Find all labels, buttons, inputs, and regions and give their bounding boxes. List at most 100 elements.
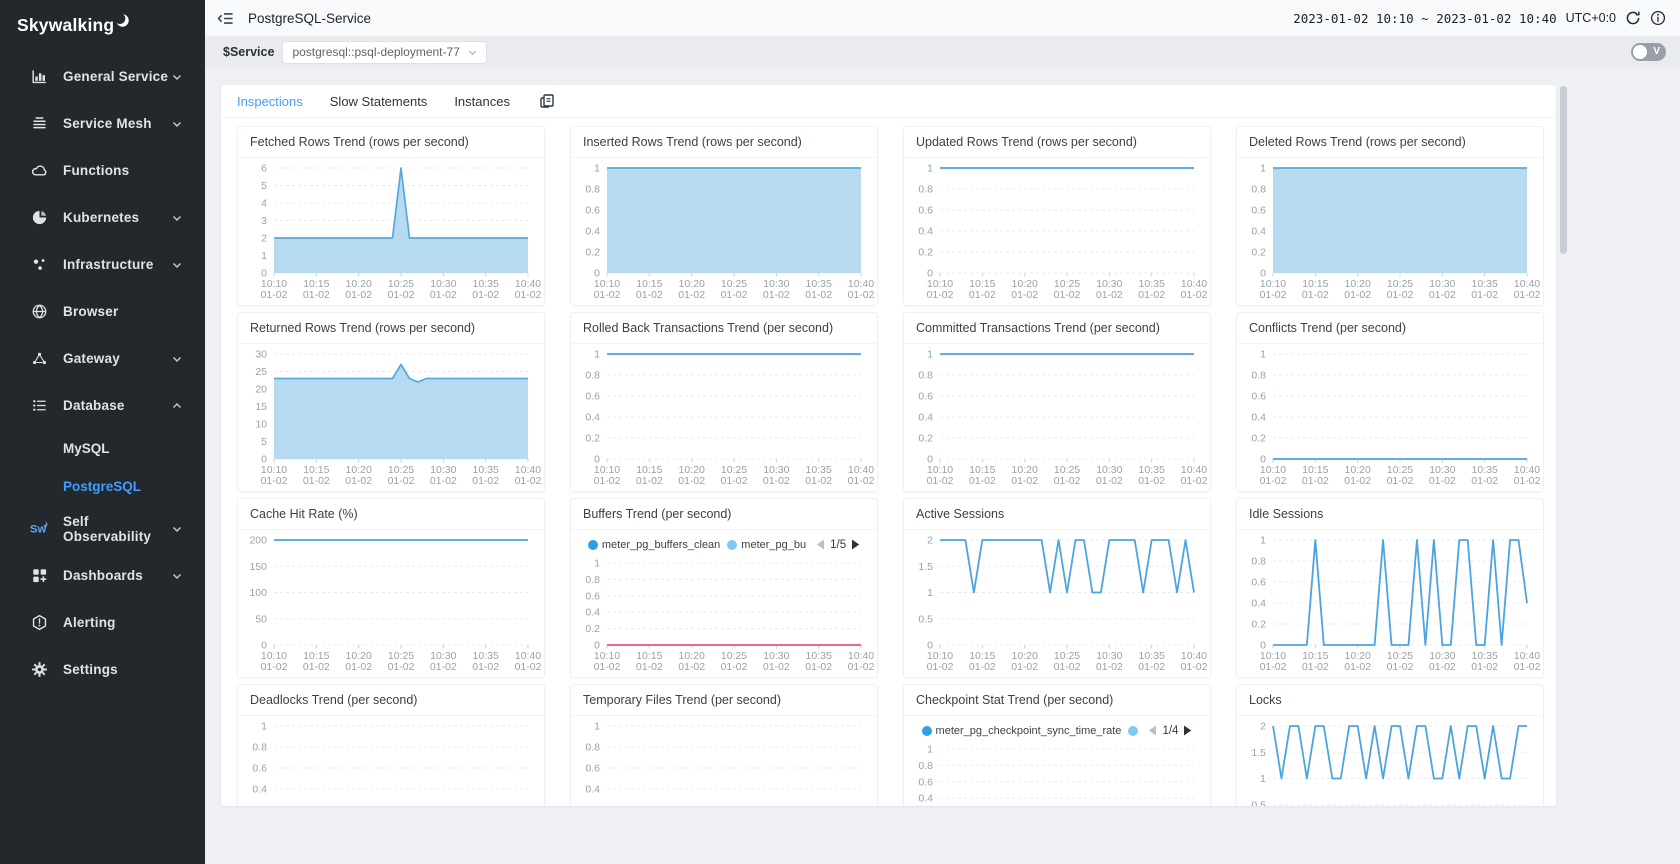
svg-text:01-02: 01-02	[1387, 661, 1414, 673]
svg-text:01-02: 01-02	[515, 475, 542, 487]
info-icon[interactable]	[1650, 10, 1666, 26]
collapse-sidebar-icon[interactable]	[213, 6, 238, 31]
svg-text:01-02: 01-02	[515, 289, 542, 301]
svg-text:0.4: 0.4	[585, 607, 600, 619]
chart-body: meter_pg_checkpoint_sync_time_rate1/410.…	[904, 716, 1210, 806]
legend-item[interactable]	[1128, 726, 1138, 736]
svg-text:01-02: 01-02	[721, 289, 748, 301]
svg-text:01-02: 01-02	[1514, 289, 1541, 301]
tab-bar: Inspections Slow Statements Instances	[221, 85, 1556, 118]
sidebar-item-settings[interactable]: Settings	[0, 646, 205, 693]
sidebar-item-label: General Service	[63, 69, 168, 84]
sidebar-item-infrastructure[interactable]: Infrastructure	[0, 241, 205, 288]
legend-page-indicator: 1/4	[1162, 725, 1178, 737]
chart-body: 21.510.5010:1001-0210:1501-0210:2001-021…	[904, 530, 1210, 678]
svg-text:01-02: 01-02	[1387, 475, 1414, 487]
svg-text:1: 1	[927, 744, 933, 756]
sidebar-item-alerting[interactable]: Alerting	[0, 599, 205, 646]
chart-body: 30252015105010:1001-0210:1501-0210:2001-…	[238, 344, 544, 492]
svg-text:0.8: 0.8	[918, 184, 933, 196]
tab-inspections[interactable]: Inspections	[237, 94, 303, 109]
copy-tabs-icon[interactable]	[539, 93, 555, 109]
chart-body: meter_pg_buffers_cleanmeter_pg_bu1/510.8…	[571, 530, 877, 678]
svg-text:0.4: 0.4	[585, 226, 600, 238]
svg-text:0.4: 0.4	[918, 793, 933, 805]
legend-next-icon[interactable]	[851, 539, 860, 550]
chevron-down-icon	[171, 259, 183, 271]
sidebar-item-general-service[interactable]: General Service	[0, 53, 205, 100]
svg-text:200: 200	[249, 535, 267, 547]
svg-text:01-02: 01-02	[721, 475, 748, 487]
chart-canvas: 20015010050010:1001-0210:1501-0210:2001-…	[238, 530, 544, 678]
svg-text:01-02: 01-02	[1054, 289, 1081, 301]
view-toggle[interactable]: V	[1631, 43, 1666, 61]
legend-next-icon[interactable]	[1183, 725, 1192, 736]
tab-instances[interactable]: Instances	[454, 94, 510, 109]
chart-canvas: 10.80.60.40.2010:1001-0210:1501-0210:200…	[238, 716, 544, 806]
svg-text:01-02: 01-02	[678, 475, 705, 487]
chart-body: 21.510.5010:1001-0210:1501-0210:2001-021…	[1237, 716, 1543, 806]
legend-prev-icon[interactable]	[1148, 725, 1157, 736]
svg-text:30: 30	[255, 349, 267, 361]
svg-text:01-02: 01-02	[1011, 475, 1038, 487]
legend-pager: 1/4	[1148, 725, 1192, 737]
sidebar-item-browser[interactable]: Browser	[0, 288, 205, 335]
sidebar-item-database[interactable]: Database	[0, 382, 205, 429]
chart-body: 10.80.60.40.2010:1001-0210:1501-0210:200…	[571, 158, 877, 306]
sidebar-subitem-mysql[interactable]: MySQL	[0, 429, 205, 467]
legend-prev-icon[interactable]	[816, 539, 825, 550]
chart-canvas: 10.80.60.40.2010:1001-0210:1501-0210:200…	[1237, 344, 1543, 492]
scrollbar-thumb[interactable]	[1560, 86, 1567, 254]
svg-text:1: 1	[594, 349, 600, 361]
svg-text:50: 50	[255, 613, 267, 625]
chart-title: Temporary Files Trend (per second)	[571, 685, 877, 716]
mesh-icon	[30, 115, 48, 133]
sidebar-item-gateway[interactable]: Gateway	[0, 335, 205, 382]
svg-text:0.8: 0.8	[1251, 184, 1266, 196]
svg-text:01-02: 01-02	[969, 661, 996, 673]
svg-text:01-02: 01-02	[848, 661, 875, 673]
service-select[interactable]: postgresql::psql-deployment-77	[282, 41, 486, 64]
svg-text:6: 6	[261, 163, 267, 175]
svg-text:01-02: 01-02	[1471, 475, 1498, 487]
svg-text:01-02: 01-02	[636, 475, 663, 487]
sidebar-item-kubernetes[interactable]: Kubernetes	[0, 194, 205, 241]
sidebar-item-self-observability[interactable]: SwSelf Observability	[0, 505, 205, 552]
chevron-down-icon	[171, 353, 183, 365]
sidebar-subitem-postgresql[interactable]: PostgreSQL	[0, 467, 205, 505]
svg-text:01-02: 01-02	[1181, 475, 1208, 487]
svg-text:01-02: 01-02	[848, 475, 875, 487]
svg-text:01-02: 01-02	[1138, 661, 1165, 673]
legend-item[interactable]: meter_pg_checkpoint_sync_time_rate	[922, 725, 1122, 737]
svg-text:1: 1	[1260, 349, 1266, 361]
svg-text:1: 1	[261, 721, 267, 733]
legend-item[interactable]: meter_pg_buffers_clean	[588, 539, 720, 551]
svg-text:01-02: 01-02	[303, 289, 330, 301]
sidebar-item-label: Service Mesh	[63, 116, 152, 131]
skywalking-logo[interactable]: Skywalking	[0, 0, 205, 44]
chart-title: Buffers Trend (per second)	[571, 499, 877, 530]
chart-canvas: 10.80.60.40.2010:1001-0210:1501-0210:200…	[904, 743, 1210, 806]
chart-card: Buffers Trend (per second) meter_pg_buffe…	[570, 498, 878, 678]
svg-text:15: 15	[255, 401, 267, 413]
svg-text:01-02: 01-02	[1471, 661, 1498, 673]
svg-text:0.2: 0.2	[585, 247, 600, 259]
sidebar-item-functions[interactable]: Functions	[0, 147, 205, 194]
chart-body: 10.80.60.40.2010:1001-0210:1501-0210:200…	[1237, 344, 1543, 492]
sidebar-item-dashboards[interactable]: Dashboards	[0, 552, 205, 599]
svg-text:0.4: 0.4	[585, 784, 600, 796]
sidebar-item-service-mesh[interactable]: Service Mesh	[0, 100, 205, 147]
time-range[interactable]: 2023-01-02 10:10 ~ 2023-01-02 10:40	[1293, 11, 1556, 26]
svg-text:01-02: 01-02	[594, 289, 621, 301]
tab-slow-statements[interactable]: Slow Statements	[330, 94, 428, 109]
chart-card: Returned Rows Trend (rows per second)302…	[237, 312, 545, 492]
svg-text:0.4: 0.4	[1251, 598, 1266, 610]
svg-text:2: 2	[1260, 721, 1266, 733]
chart-canvas: 10.80.60.40.2010:1001-0210:1501-0210:200…	[904, 158, 1210, 306]
refresh-icon[interactable]	[1625, 10, 1641, 26]
chart-body: 10.80.60.40.2010:1001-0210:1501-0210:200…	[1237, 158, 1543, 306]
chart-body: 10.80.60.40.2010:1001-0210:1501-0210:200…	[238, 716, 544, 806]
svg-text:0.6: 0.6	[1251, 577, 1266, 589]
svg-text:1: 1	[594, 163, 600, 175]
legend-item[interactable]: meter_pg_bu	[727, 539, 806, 551]
